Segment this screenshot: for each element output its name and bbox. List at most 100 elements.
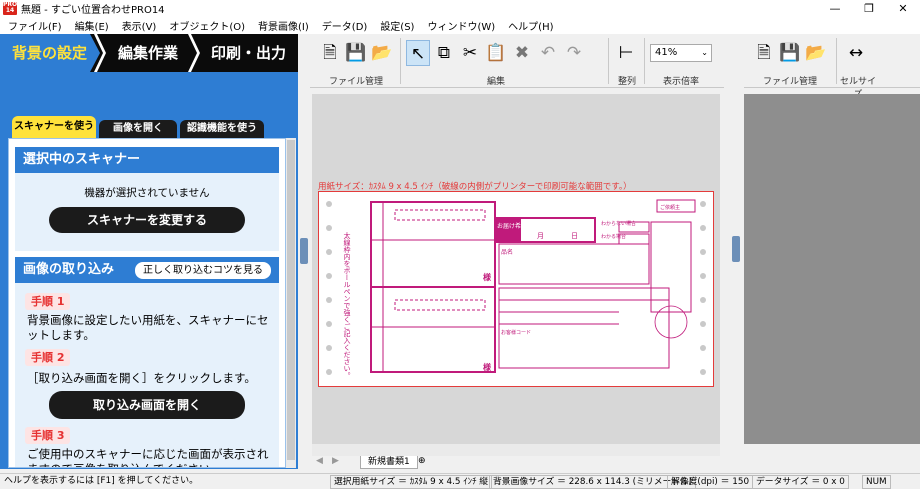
step3-text: ご使用中のスキャナーに応じた画面が表示されますので画像を取り込んでください。 bbox=[27, 447, 269, 467]
capture-tips-button[interactable]: 正しく取り込むコツを見る bbox=[135, 262, 271, 279]
open-folder-icon[interactable]: 📂 bbox=[370, 40, 394, 66]
step-background-settings[interactable]: 背景の設定 bbox=[0, 34, 100, 72]
tab-recognition[interactable]: 認識機能を使う bbox=[180, 120, 264, 138]
client-label: ご依頼主 bbox=[660, 204, 680, 211]
customer-code-label: お客様コード bbox=[501, 329, 531, 336]
menu-object[interactable]: オブジェクト(O) bbox=[169, 18, 245, 33]
toolbar-separator bbox=[400, 38, 401, 84]
redo-icon[interactable]: ↷ bbox=[562, 40, 586, 66]
capture-heading: 画像の取り込み 正しく取り込むコツを見る bbox=[15, 257, 279, 283]
menu-bar: ファイル(F) 編集(E) 表示(V) オブジェクト(O) 背景画像(I) デー… bbox=[0, 17, 920, 34]
status-numlock: NUM bbox=[862, 475, 891, 489]
status-bar: ヘルプを表示するには [F1] を押してください。 選択用紙サイズ ＝ ｶｽﾀﾑ… bbox=[0, 473, 920, 489]
status-help: ヘルプを表示するには [F1] を押してください。 bbox=[4, 476, 199, 486]
collapse-left-handle[interactable] bbox=[300, 238, 308, 264]
scanner-panel: 選択中のスキャナー 機器が選択されていません スキャナーを変更する 画像の取り込… bbox=[8, 138, 286, 468]
step1-text: 背景画像に設定したい用紙を、スキャナーにセットします。 bbox=[27, 313, 269, 342]
cell-size-icon[interactable]: ↔ bbox=[844, 40, 868, 66]
toolbar-separator bbox=[644, 38, 645, 84]
save-icon[interactable]: 💾 bbox=[778, 40, 802, 66]
step-edit[interactable]: 編集作業 bbox=[118, 34, 178, 72]
left-pane-scrollbar[interactable] bbox=[286, 138, 296, 468]
capture-section: 手順 1 背景画像に設定したい用紙を、スキャナーにセットします。 手順 2 ［取… bbox=[15, 283, 279, 467]
chevron-down-icon: ⌄ bbox=[701, 48, 708, 57]
menu-help[interactable]: ヘルプ(H) bbox=[508, 18, 553, 33]
collapse-right-handle[interactable] bbox=[732, 236, 740, 262]
open-folder-icon[interactable]: 📂 bbox=[804, 40, 828, 66]
delete-icon[interactable]: ✖ bbox=[510, 40, 534, 66]
paper-sheet[interactable]: お届け希望日 月 日 品名 様 様 ご依頼主 わからない場合 わかる場合 お客様… bbox=[318, 191, 714, 387]
canvas-hscrollbar[interactable] bbox=[312, 444, 720, 456]
toolbar-separator bbox=[608, 38, 609, 84]
tab-use-scanner[interactable]: スキャナーを使う bbox=[12, 116, 96, 138]
paste-icon[interactable]: 📋 bbox=[484, 40, 508, 66]
item-name-label: 品名 bbox=[501, 248, 513, 256]
select-pointer-icon[interactable]: ↖ bbox=[406, 40, 430, 66]
scanner-section: 機器が選択されていません スキャナーを変更する bbox=[15, 173, 279, 251]
scrollbar-thumb[interactable] bbox=[287, 140, 295, 460]
menu-settings[interactable]: 設定(S) bbox=[380, 18, 414, 33]
status-data-size: データサイズ ＝ 0 x 0 bbox=[752, 475, 849, 489]
delivery-date-label: お届け希望日 bbox=[497, 222, 533, 230]
pane-splitter[interactable] bbox=[298, 34, 310, 469]
undo-icon[interactable]: ↶ bbox=[536, 40, 560, 66]
scanner-status: 機器が選択されていません bbox=[84, 187, 210, 199]
menu-file[interactable]: ファイル(F) bbox=[8, 18, 62, 33]
new-file-icon[interactable]: 🗎 bbox=[318, 40, 342, 66]
status-dpi: 解像度(dpi) ＝ 150 bbox=[667, 475, 754, 489]
menu-window[interactable]: ウィンドウ(W) bbox=[427, 18, 495, 33]
left-pane: 背景の設定 編集作業 印刷・出力 スキャナーを使う 画像を開く 認識機能を使う … bbox=[0, 34, 298, 469]
cut-icon[interactable]: ✂ bbox=[458, 40, 482, 66]
status-bg-size: 背景画像サイズ ＝ 228.6 x 114.3 (ミリメートル) bbox=[489, 475, 697, 489]
tab-open-image[interactable]: 画像を開く bbox=[99, 120, 177, 138]
step-print-output[interactable]: 印刷・出力 bbox=[211, 34, 286, 72]
tab-next-icon[interactable]: ▶ bbox=[332, 456, 339, 466]
ballpoint-instruction: 太線枠内をボールペンで強くご記入ください。 bbox=[343, 231, 351, 379]
group-zoom: 表示倍率 bbox=[662, 77, 699, 87]
unknown-case-label: わからない場合 bbox=[601, 220, 636, 227]
capture-heading-label: 画像の取り込み bbox=[23, 262, 115, 277]
chevron-right-icon bbox=[188, 34, 200, 72]
tab-prev-icon[interactable]: ◀ bbox=[316, 456, 323, 466]
restore-icon[interactable]: ❐ bbox=[852, 0, 886, 17]
status-paper-size: 選択用紙サイズ ＝ ｶｽﾀﾑ 9 x 4.5 ｲﾝﾁ 縦 bbox=[330, 475, 493, 489]
save-icon[interactable]: 💾 bbox=[344, 40, 368, 66]
group-file: ファイル管理 bbox=[328, 77, 383, 87]
known-case-label: わかる場合 bbox=[601, 233, 626, 240]
recipient-honorific: 様 bbox=[483, 272, 492, 282]
toolbar-separator bbox=[836, 38, 837, 84]
day-label: 日 bbox=[571, 232, 578, 240]
zoom-select[interactable]: 41% ⌄ bbox=[650, 44, 712, 62]
add-sheet-icon[interactable]: ⊕ bbox=[418, 456, 426, 466]
step2-text: ［取り込み画面を開く］をクリックします。 bbox=[27, 371, 256, 385]
group-align: 整列 bbox=[617, 77, 636, 87]
right-group-file: ファイル管理 bbox=[762, 77, 817, 87]
right-toolbar: 🗎 💾 📂 ファイル管理 ↔ セルサイズ bbox=[744, 34, 920, 100]
sheet-tab-bar: ◀ ▶ 新規書類1 ⊕ bbox=[312, 456, 720, 469]
sender-honorific: 様 bbox=[483, 362, 492, 372]
menu-background[interactable]: 背景画像(I) bbox=[258, 18, 309, 33]
change-scanner-button[interactable]: スキャナーを変更する bbox=[49, 207, 245, 233]
month-label: 月 bbox=[537, 232, 544, 240]
new-file-icon[interactable]: 🗎 bbox=[752, 40, 776, 66]
step2-title: 手順 2 bbox=[25, 349, 71, 366]
main-toolbar: 🗎 💾 📂 ファイル管理 ↖ ⧉ ✂ 📋 ✖ ↶ ↷ 編集 ⊢ 整列 41% ⌄ … bbox=[310, 34, 724, 88]
step1-title: 手順 1 bbox=[25, 293, 71, 310]
menu-view[interactable]: 表示(V) bbox=[122, 18, 157, 33]
right-canvas[interactable] bbox=[744, 94, 920, 444]
minimize-icon[interactable]: — bbox=[818, 0, 852, 17]
scanner-heading: 選択中のスキャナー bbox=[15, 147, 279, 173]
open-capture-button[interactable]: 取り込み画面を開く bbox=[49, 391, 245, 419]
workflow-steps: 背景の設定 編集作業 印刷・出力 bbox=[0, 34, 298, 72]
title-bar: PRO 14 無題 - すごい位置合わせPRO14 — ❐ ✕ bbox=[0, 0, 920, 17]
align-left-icon[interactable]: ⊢ bbox=[614, 40, 638, 66]
zoom-value: 41% bbox=[655, 47, 678, 58]
copy-icon[interactable]: ⧉ bbox=[432, 40, 456, 66]
menu-data[interactable]: データ(D) bbox=[322, 18, 368, 33]
step3-title: 手順 3 bbox=[25, 427, 71, 444]
close-icon[interactable]: ✕ bbox=[886, 0, 920, 17]
app-icon: PRO 14 bbox=[3, 1, 18, 15]
window-title: 無題 - すごい位置合わせPRO14 bbox=[21, 5, 165, 16]
tab-new-document[interactable]: 新規書類1 bbox=[360, 456, 418, 469]
menu-edit[interactable]: 編集(E) bbox=[75, 18, 109, 33]
